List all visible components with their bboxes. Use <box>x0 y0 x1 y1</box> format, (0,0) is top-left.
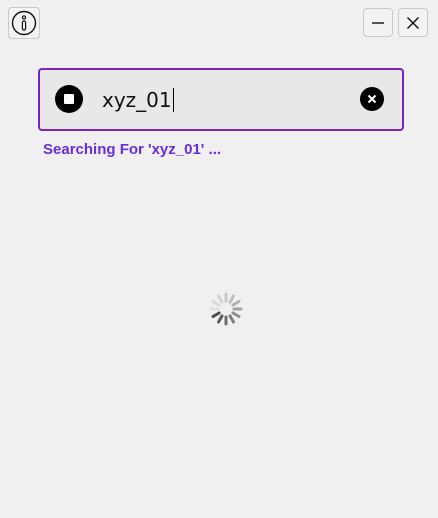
loading-spinner-icon <box>209 292 243 326</box>
minimize-button[interactable] <box>363 8 393 37</box>
clear-icon <box>367 94 377 104</box>
search-input[interactable]: xyz_01 <box>102 84 342 116</box>
close-button[interactable] <box>398 8 428 37</box>
stop-search-button[interactable] <box>55 85 83 113</box>
minimize-icon <box>372 21 384 24</box>
info-icon <box>11 10 37 36</box>
stop-icon <box>64 94 74 104</box>
search-status-text: Searching For 'xyz_01' ... <box>43 141 222 158</box>
text-caret <box>172 88 175 112</box>
close-icon <box>407 16 419 29</box>
search-box: xyz_01 <box>38 68 404 131</box>
info-button[interactable] <box>8 7 40 39</box>
search-input-value: xyz_01 <box>102 88 172 112</box>
clear-search-button[interactable] <box>360 87 384 111</box>
